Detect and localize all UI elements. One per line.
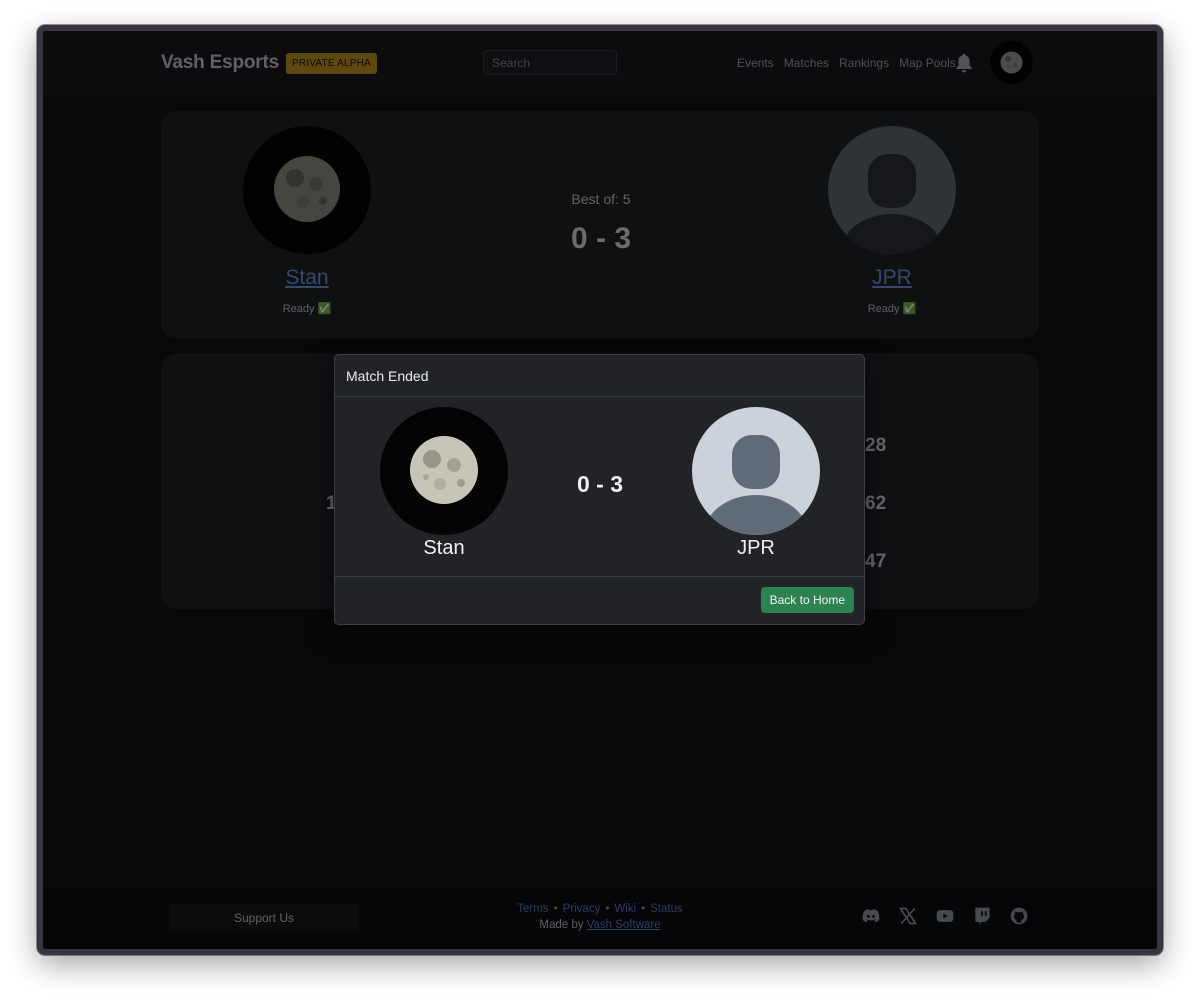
- modal-header: Match Ended: [335, 355, 864, 397]
- modal-footer: Back to Home: [335, 577, 864, 624]
- browser-window: Vash Esports PRIVATE ALPHA Events Matche…: [37, 25, 1163, 955]
- modal-player1-name: Stan: [423, 537, 465, 559]
- modal-player1-avatar: [380, 407, 508, 535]
- back-to-home-button[interactable]: Back to Home: [760, 587, 854, 613]
- modal-player2-name: JPR: [737, 537, 775, 559]
- modal-player2-avatar: [692, 407, 820, 535]
- modal-title: Match Ended: [346, 368, 429, 384]
- modal-score: 0 - 3: [576, 471, 624, 497]
- match-ended-modal: Match Ended Stan 0 - 3 JPR Back to Home: [334, 354, 865, 625]
- modal-body: Stan 0 - 3 JPR: [335, 397, 864, 577]
- page-viewport: Vash Esports PRIVATE ALPHA Events Matche…: [43, 31, 1157, 949]
